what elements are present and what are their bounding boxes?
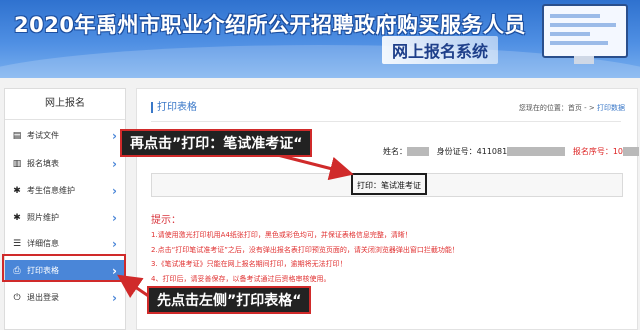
highlight-box — [2, 254, 126, 282]
reg-label: 报名序号： — [572, 147, 613, 156]
chevron-right-icon: › — [112, 129, 117, 143]
form-icon: ▥ — [12, 159, 22, 169]
print-admission-ticket-button[interactable]: 打印：笔试准考证 — [351, 173, 427, 195]
breadcrumb-home[interactable]: 您现在的位置：首页 — [519, 104, 582, 112]
sidebar-item-label: 详细信息 — [27, 239, 59, 248]
name-label: 姓名： — [383, 147, 407, 156]
id-value: 411081 — [476, 147, 508, 156]
sidebar-item-registration-form[interactable]: ▥ 报名填表 › — [5, 153, 125, 175]
sidebar: 网上报名 ▤ 考试文件 › ▥ 报名填表 › ✱ 考生信息维护 › ✱ 照片维护… — [4, 88, 126, 330]
sidebar-item-label: 考生信息维护 — [27, 186, 75, 195]
tips-heading: 提示： — [151, 215, 181, 226]
sidebar-item-label: 退出登录 — [27, 293, 59, 302]
gear-icon: ✱ — [13, 213, 21, 223]
sidebar-item-exam-files[interactable]: ▤ 考试文件 › — [5, 125, 125, 147]
candidate-info-row: 姓名： 身份证号：411081 报名序号：10 — [383, 146, 640, 157]
tip-item: 3.《笔试准考证》只能在网上报名期间打印，逾期将无法打印！ — [151, 260, 347, 268]
chevron-right-icon: › — [112, 157, 117, 171]
sidebar-item-label: 照片维护 — [27, 213, 59, 222]
chevron-right-icon: › — [112, 184, 117, 198]
tip-item: 2.点击“打印笔试准考证”之后，没有弹出报名表打印预览页面的，请关闭浏览器弹出窗… — [151, 245, 459, 254]
sidebar-item-label: 考试文件 — [27, 131, 59, 140]
sidebar-heading: 网上报名 — [5, 89, 125, 120]
system-title: 2020年禹州市职业介绍所公开招聘政府购买服务人员 — [14, 13, 526, 37]
computer-monitor-icon — [538, 4, 630, 64]
header-banner: 2020年禹州市职业介绍所公开招聘政府购买服务人员 网上报名系统 — [0, 0, 640, 78]
tip-item: 1.请使用激光打印机用A4纸张打印，黑色或彩色均可，并保证表格信息完整，清晰！ — [151, 231, 412, 239]
sidebar-item-candidate-info[interactable]: ✱ 考生信息维护 › — [5, 180, 125, 202]
title-divider — [151, 121, 621, 122]
redacted-name — [407, 147, 429, 156]
chevron-right-icon: › — [112, 291, 117, 305]
document-icon: ▤ — [12, 131, 22, 141]
annotation-callout-step2: 再点击”打印：笔试准考证“ — [120, 129, 313, 157]
id-label: 身份证号： — [436, 147, 477, 156]
gear-icon: ✱ — [13, 186, 21, 196]
sidebar-item-label: 报名填表 — [27, 159, 59, 168]
chevron-right-icon: › — [112, 237, 117, 251]
tips-list: 1.请使用激光打印机用A4纸张打印，黑色或彩色均可，并保证表格信息完整，清晰！ … — [151, 228, 459, 286]
redacted-reg — [623, 147, 640, 156]
sidebar-item-photo[interactable]: ✱ 照片维护 › — [5, 207, 125, 229]
system-subtitle: 网上报名系统 — [382, 36, 499, 64]
redacted-id — [507, 147, 566, 156]
tip-item: 4、打印后，请妥善保存，以备考试通过后资格审核使用。 — [151, 274, 331, 283]
breadcrumb-current: 打印数据 — [597, 104, 625, 112]
list-icon: ☰ — [12, 239, 22, 249]
reg-value: 10 — [612, 147, 624, 156]
chevron-right-icon: › — [112, 211, 117, 225]
breadcrumb-separator: - > — [581, 104, 597, 112]
power-icon: ⏻ — [13, 293, 21, 303]
page-title: 打印表格 — [151, 102, 197, 113]
annotation-callout-step1: 先点击左侧”打印表格“ — [147, 286, 312, 314]
sidebar-item-details[interactable]: ☰ 详细信息 › — [5, 233, 125, 255]
breadcrumb: 您现在的位置：首页 - > 打印数据 — [519, 103, 625, 113]
sidebar-item-logout[interactable]: ⏻ 退出登录 › — [5, 287, 125, 309]
